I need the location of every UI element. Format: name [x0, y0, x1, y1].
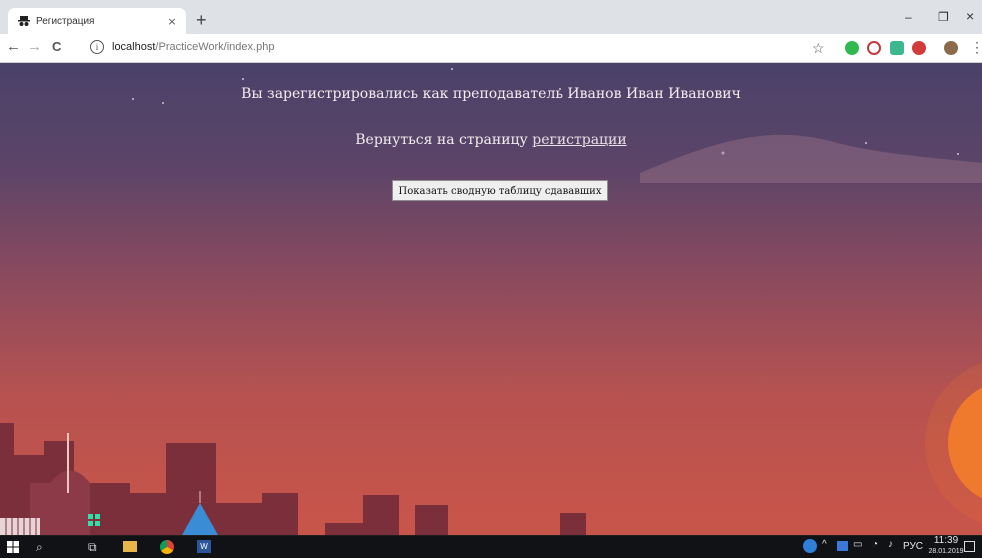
show-summary-table-button[interactable]: Показать сводную таблицу сдававших — [392, 180, 608, 201]
network-icon[interactable]: ◔ — [872, 539, 878, 550]
help-icon[interactable] — [803, 539, 817, 553]
tab-title: Регистрация — [36, 15, 95, 27]
restore-icon[interactable]: ❐ — [938, 10, 949, 24]
clock-date: 28.01.2019 — [928, 548, 964, 555]
url-path: /PracticeWork/index.php — [155, 41, 275, 53]
close-window-icon[interactable]: × — [966, 8, 974, 24]
tab-strip: Регистрация × + – ❐ × — [0, 0, 982, 34]
new-tab-button[interactable]: + — [196, 11, 207, 29]
url-text: localhost/PracticeWork/index.php — [112, 41, 274, 53]
tray-app-icon[interactable] — [837, 541, 848, 551]
tab-close-icon[interactable]: × — [164, 15, 180, 28]
page-viewport: Вы зарегистрировались как преподаватель … — [0, 63, 982, 535]
tab-registration[interactable]: Регистрация × — [8, 8, 186, 34]
windows-icon[interactable] — [7, 541, 19, 553]
clock[interactable]: 11:39 28.01.2019 — [928, 535, 964, 557]
incognito-favicon-icon — [18, 16, 30, 26]
notification-icon[interactable] — [964, 541, 975, 552]
back-text: Вернуться на страницу — [355, 132, 533, 148]
registration-message: Вы зарегистрировались как преподаватель … — [241, 86, 741, 102]
reload-icon[interactable]: C — [52, 38, 61, 56]
registration-link[interactable]: регистрации — [532, 132, 626, 148]
language-indicator[interactable]: РУС — [903, 541, 923, 552]
battery-icon[interactable]: ▭ — [853, 539, 862, 550]
address-bar[interactable]: i localhost/PracticeWork/index.php — [86, 36, 836, 58]
minimize-icon[interactable]: – — [905, 10, 912, 24]
windows-taskbar: ⌕ ⧉ W ^ ▭ ◔ ♪ РУС 11:39 28.01.2019 — [0, 535, 982, 558]
word-icon[interactable]: W — [197, 540, 211, 553]
extension-block-icon[interactable] — [867, 41, 881, 55]
chrome-icon[interactable] — [160, 540, 174, 554]
show-hidden-icons[interactable]: ^ — [822, 539, 827, 550]
forward-icon[interactable]: → — [27, 38, 42, 56]
back-icon[interactable]: ← — [6, 38, 21, 56]
bookmark-star-icon[interactable]: ☆ — [812, 39, 825, 57]
file-explorer-icon[interactable] — [123, 541, 137, 552]
info-icon[interactable]: i — [90, 40, 104, 54]
task-view-icon[interactable]: ⧉ — [88, 540, 97, 554]
back-to-registration: Вернуться на страницу регистрации — [0, 132, 982, 148]
extension-red-icon[interactable] — [912, 41, 926, 55]
menu-icon[interactable]: ⋮ — [970, 38, 982, 56]
extension-note-icon[interactable] — [890, 41, 904, 55]
search-icon[interactable]: ⌕ — [36, 540, 43, 554]
clock-time: 11:39 — [933, 535, 959, 546]
profile-avatar-icon[interactable] — [944, 41, 958, 55]
browser-toolbar: ← → C i localhost/PracticeWork/index.php… — [0, 34, 982, 63]
browser-chrome: Регистрация × + – ❐ × ← → C i localhost/… — [0, 0, 982, 63]
volume-icon[interactable]: ♪ — [888, 539, 893, 550]
extension-check-icon[interactable] — [845, 41, 859, 55]
url-host: localhost — [112, 41, 156, 53]
